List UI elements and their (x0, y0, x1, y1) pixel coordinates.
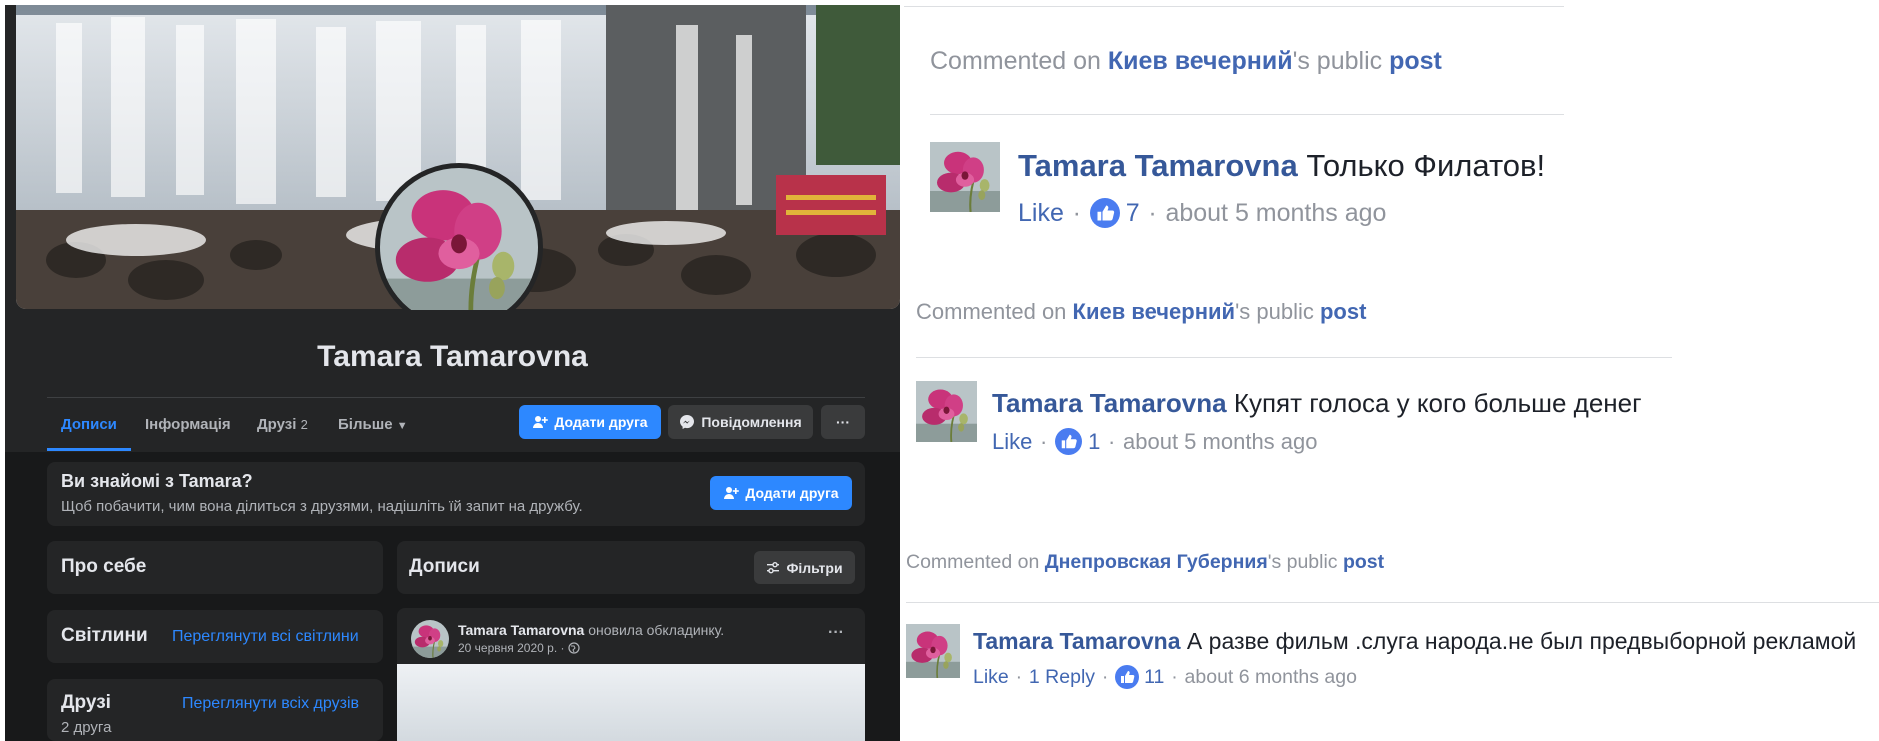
about-card: Про себе (47, 541, 383, 594)
comment-meta-2: Like · 1 · about 5 months ago (992, 428, 1318, 455)
comment-reply-link-3[interactable]: 1 Reply (1029, 666, 1095, 689)
add-friend-button[interactable]: Додати друга (519, 405, 661, 439)
profile-avatar[interactable] (375, 163, 543, 331)
message-button[interactable]: Повідомлення (668, 405, 813, 439)
friends-title: Друзі (61, 692, 111, 713)
comment-like-link-1[interactable]: Like (1018, 199, 1064, 228)
comment-body-3: А разве фильм .слуга народа.не был предв… (1186, 628, 1857, 654)
view-all-photos-link[interactable]: Переглянути всі світлини (172, 628, 359, 646)
thumbs-up-icon (1055, 428, 1082, 455)
post-card: Tamara Tamarovna оновила обкладинку. 20 … (397, 608, 865, 741)
comment-time-1: about 5 months ago (1165, 198, 1387, 227)
about-title: Про себе (61, 556, 147, 577)
friend-request-card: Ви знайомі з Tamara? Щоб побачити, чим в… (47, 462, 865, 526)
more-icon: ··· (836, 414, 850, 430)
post-cover-image[interactable] (397, 664, 865, 741)
comment-divider-3 (906, 602, 1879, 603)
comment-author-3[interactable]: Tamara Tamarovna (973, 628, 1181, 654)
messenger-icon (680, 415, 695, 429)
post-more-button[interactable]: ··· (828, 624, 844, 642)
tab-friends[interactable]: Друзі 2 (257, 416, 308, 433)
profile-header: Tamara Tamarovna Дописи Інформація Друзі… (5, 310, 900, 452)
comment-author-1[interactable]: Tamara Tamarovna (1018, 148, 1298, 183)
comment-text-line-2: Tamara Tamarovna Купят голоса у кого бол… (992, 388, 1642, 419)
filters-icon (767, 561, 780, 573)
comment-author-2[interactable]: Tamara Tamarovna (992, 388, 1227, 418)
caret-down-icon: ▼ (396, 420, 408, 432)
comment-avatar-1[interactable] (930, 142, 1000, 212)
context-post-link[interactable]: post (1389, 47, 1442, 75)
profile-name: Tamara Tamarovna (317, 340, 588, 373)
tab-info[interactable]: Інформація (145, 416, 231, 433)
tab-more[interactable]: Більше ▼ (338, 416, 408, 433)
friends-card: Друзі Переглянути всіх друзів 2 друга (47, 679, 383, 741)
comment-avatar-3[interactable] (906, 624, 960, 678)
filters-button[interactable]: Фільтри (754, 551, 855, 584)
context-page-link[interactable]: Киев вечерний (1073, 299, 1236, 324)
post-author-avatar[interactable] (411, 620, 449, 658)
photos-title: Світлини (61, 625, 148, 646)
add-friend-icon (724, 487, 740, 499)
card-add-friend-button[interactable]: Додати друга (710, 476, 852, 510)
friends-count: 2 друга (61, 719, 112, 736)
post-author[interactable]: Tamara Tamarovna (458, 622, 584, 638)
comment-divider-1 (930, 114, 1564, 115)
comment-context-3: Commented on Днепровская Губерния's publ… (906, 551, 1385, 573)
thumbs-up-icon (1090, 198, 1120, 228)
context-page-link[interactable]: Днепровская Губерния (1045, 551, 1268, 573)
comment-like-count-1[interactable]: 7 (1126, 199, 1140, 228)
comment-time-2: about 5 months ago (1123, 428, 1318, 454)
top-divider (904, 6, 1564, 7)
post-meta: 20 червня 2020 р. · (458, 641, 581, 655)
comment-body-2: Купят голоса у кого больше денег (1233, 388, 1642, 418)
comment-like-count-2[interactable]: 1 (1088, 429, 1100, 455)
comment-text-line-3: Tamara Tamarovna А разве фильм .слуга на… (973, 628, 1856, 655)
comment-like-count-3[interactable]: 11 (1144, 666, 1164, 689)
facebook-profile-panel: Tamara Tamarovna Дописи Інформація Друзі… (5, 5, 900, 741)
comment-like-link-3[interactable]: Like (973, 666, 1009, 689)
comment-context-1: Commented on Киев вечерний's public post (930, 47, 1442, 75)
add-friend-icon (533, 416, 549, 428)
comment-time-3: about 6 months ago (1184, 665, 1357, 688)
friend-request-subtitle: Щоб побачити, чим вона ділиться з друзям… (61, 498, 583, 515)
tab-posts[interactable]: Дописи (61, 416, 117, 433)
context-page-link[interactable]: Киев вечерний (1108, 47, 1293, 75)
header-divider (47, 397, 865, 398)
post-action: оновила обкладинку. (588, 622, 725, 638)
globe-icon (568, 642, 581, 654)
post-date[interactable]: 20 червня 2020 р. · (458, 641, 564, 655)
comment-divider-2 (916, 357, 1672, 358)
post-header: Tamara Tamarovna оновила обкладинку. (458, 622, 724, 638)
view-all-friends-link[interactable]: Переглянути всіх друзів (182, 695, 359, 713)
photos-card: Світлини Переглянути всі світлини (47, 610, 383, 663)
comment-meta-1: Like · 7 · about 5 months ago (1018, 198, 1387, 228)
tab-active-indicator (47, 448, 131, 451)
comment-body-1: Только Филатов! (1306, 148, 1546, 183)
thumbs-up-icon (1115, 665, 1139, 689)
friend-request-title: Ви знайомі з Tamara? (61, 471, 253, 491)
comment-context-2: Commented on Киев вечерний's public post (916, 299, 1367, 324)
comment-meta-3: Like · 1 Reply · 11 · about 6 months ago (973, 665, 1357, 689)
comment-like-link-2[interactable]: Like (992, 429, 1032, 455)
cover-area (5, 5, 900, 331)
posts-title: Дописи (409, 556, 480, 577)
more-actions-button[interactable]: ··· (821, 405, 865, 439)
comment-text-line-1: Tamara Tamarovna Только Филатов! (1018, 148, 1545, 184)
context-post-link[interactable]: post (1343, 551, 1384, 573)
comment-avatar-2[interactable] (916, 381, 977, 442)
posts-card: Дописи Фільтри (397, 541, 865, 594)
context-post-link[interactable]: post (1320, 299, 1366, 324)
